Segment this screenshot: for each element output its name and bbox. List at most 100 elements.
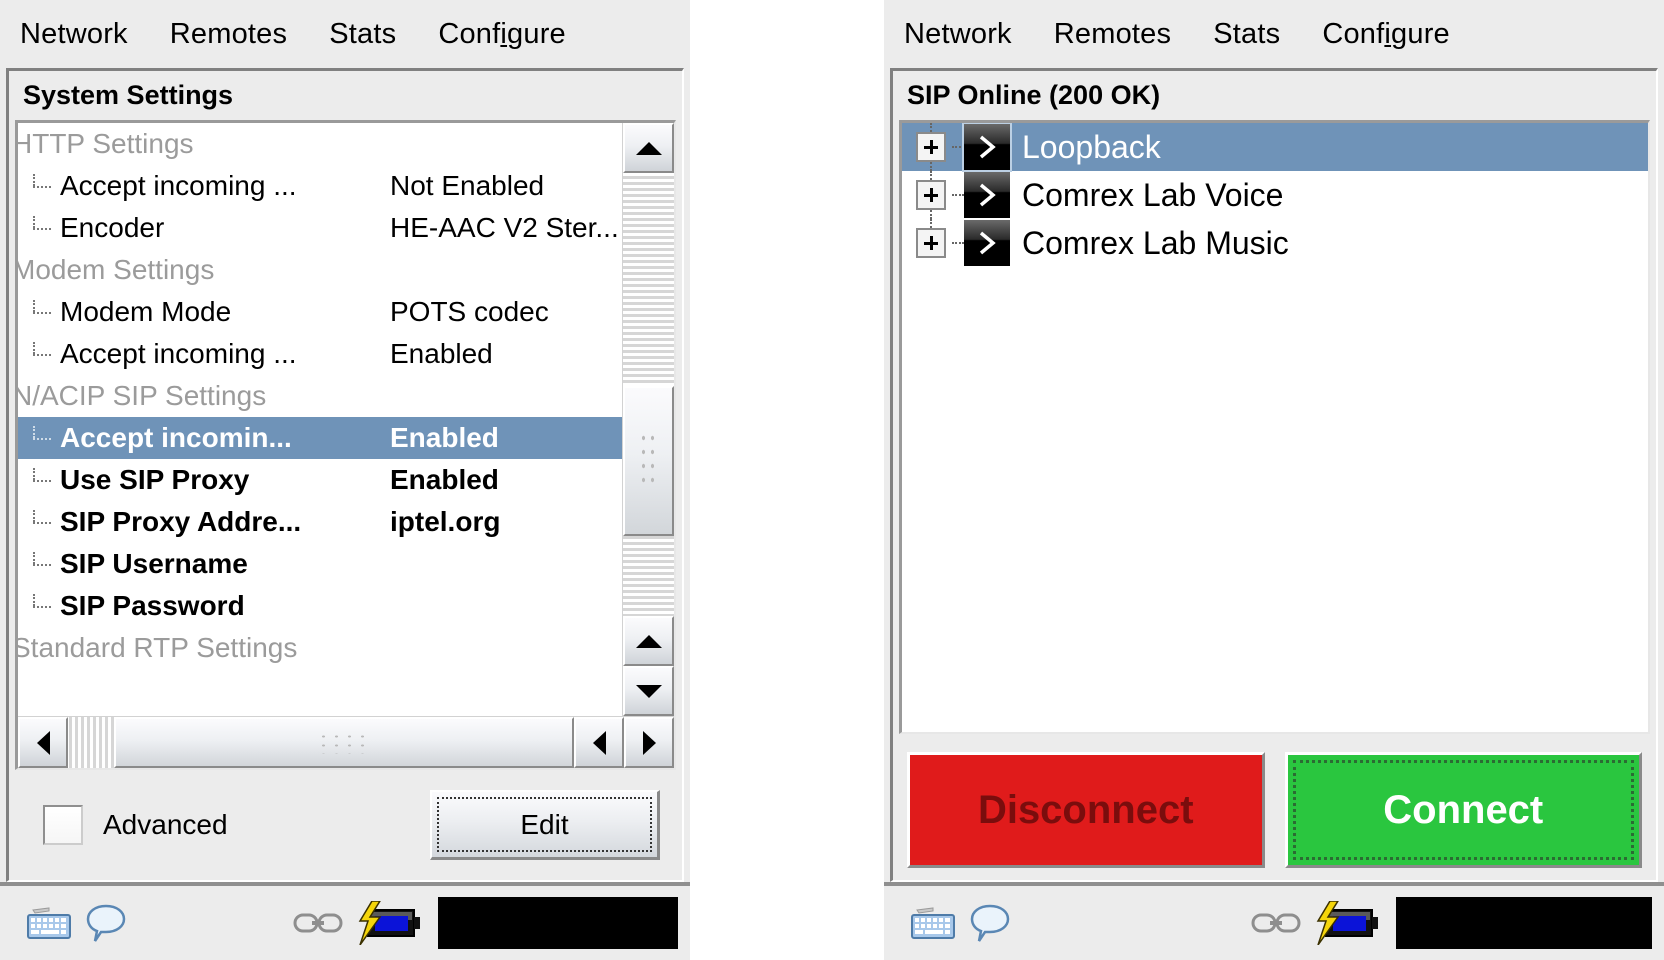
menu-remotes[interactable]: Remotes: [170, 18, 287, 51]
speech-bubble-icon[interactable]: [962, 897, 1018, 949]
right-menubar: Network Remotes Stats Configure: [884, 0, 1664, 68]
connection-buttons: Disconnect Connect: [893, 740, 1656, 880]
settings-row[interactable]: Use SIP Proxy Enabled: [18, 459, 622, 501]
link-chain-icon[interactable]: [1248, 897, 1304, 949]
scroll-left-button-end[interactable]: [574, 717, 624, 768]
right-window: Network Remotes Stats Configure SIP Onli…: [884, 0, 1664, 960]
triangle-left-icon: [592, 730, 606, 755]
scroll-left-button-start[interactable]: [18, 717, 68, 768]
speech-bubble-icon[interactable]: [78, 897, 134, 949]
settings-row[interactable]: SIP Password: [18, 585, 622, 627]
battery-charging-icon[interactable]: [346, 897, 426, 949]
sip-status-title: SIP Online (200 OK): [907, 80, 1161, 110]
connect-button[interactable]: Connect: [1284, 752, 1642, 868]
menu-configure[interactable]: Configure: [438, 18, 566, 51]
setting-value: iptel.org: [390, 506, 501, 537]
left-bottom-controls: Advanced Edit: [9, 770, 682, 880]
triangle-left-icon: [36, 730, 50, 755]
tree-branch-icon: [952, 194, 964, 196]
menu-remotes[interactable]: Remotes: [1054, 18, 1171, 51]
menu-network[interactable]: Network: [20, 18, 128, 51]
settings-row[interactable]: Modem Mode POTS codec: [18, 291, 622, 333]
horizontal-scroll-thumb[interactable]: [114, 717, 574, 768]
grip-dots-icon: [317, 731, 371, 754]
edit-button[interactable]: Edit: [430, 790, 660, 860]
settings-list-frame: HTTP Settings Accept incoming ... Not En…: [15, 120, 676, 770]
remotes-tree-frame: Loopback Comrex Lab Voice Comrex Lab Mus…: [899, 120, 1650, 734]
settings-row[interactable]: Encoder HE-AAC V2 Ster...: [18, 207, 622, 249]
scroll-up-button-bottom[interactable]: [623, 616, 674, 666]
scroll-up-button-top[interactable]: [623, 123, 674, 173]
setting-value: Enabled: [390, 464, 499, 495]
vertical-scrollbar[interactable]: [622, 123, 674, 716]
grip-dots-icon: [638, 430, 659, 491]
menu-configure[interactable]: Configure: [1322, 18, 1450, 51]
menu-stats[interactable]: Stats: [329, 18, 396, 51]
scroll-down-button[interactable]: [623, 666, 674, 716]
group-label: Modem Settings: [18, 254, 215, 285]
tree-item-label: Comrex Lab Voice: [1022, 176, 1284, 213]
advanced-checkbox-label: Advanced: [103, 809, 228, 840]
tree-branch-icon: [952, 242, 964, 244]
setting-label: Accept incomin...: [60, 422, 292, 453]
settings-row[interactable]: Accept incoming ... Enabled: [18, 333, 622, 375]
advanced-checkbox-group[interactable]: Advanced: [43, 805, 228, 845]
vertical-scroll-track[interactable]: [623, 173, 674, 616]
tree-item-comrex-lab-voice[interactable]: Comrex Lab Voice: [902, 171, 1648, 219]
expander-plus-icon[interactable]: [916, 228, 946, 258]
triangle-up-icon: [635, 141, 662, 155]
menu-network[interactable]: Network: [904, 18, 1012, 51]
advanced-checkbox[interactable]: [43, 805, 83, 845]
screen: Network Remotes Stats Configure System S…: [0, 0, 1664, 960]
tree-item-label: Comrex Lab Music: [1022, 224, 1289, 261]
horizontal-scrollbar[interactable]: [18, 716, 674, 768]
settings-row[interactable]: SIP Proxy Addre... iptel.org: [18, 501, 622, 543]
right-taskbar: [884, 882, 1664, 960]
setting-value: Not Enabled: [390, 170, 545, 201]
group-label: N/ACIP SIP Settings: [18, 380, 267, 411]
triangle-right-icon: [642, 730, 656, 755]
setting-value: HE-AAC V2 Ster...: [390, 212, 619, 243]
link-chain-icon[interactable]: [290, 897, 346, 949]
triangle-down-icon: [635, 684, 662, 698]
tree-branch-icon: [952, 146, 964, 148]
setting-value: POTS codec: [390, 296, 549, 327]
vertical-scroll-thumb[interactable]: [623, 385, 674, 536]
setting-label: SIP Username: [60, 548, 248, 579]
scroll-right-button[interactable]: [624, 717, 674, 768]
tree-item-comrex-lab-music[interactable]: Comrex Lab Music: [902, 219, 1648, 267]
left-taskbar: [0, 882, 690, 960]
disconnect-button-label: Disconnect: [977, 787, 1194, 832]
tree-item-loopback[interactable]: Loopback: [902, 123, 1648, 172]
tree-item-label: Loopback: [1022, 128, 1161, 165]
settings-row-selected[interactable]: Accept incomin... Enabled: [18, 417, 622, 459]
settings-listview[interactable]: HTTP Settings Accept incoming ... Not En…: [18, 123, 622, 716]
settings-group-header: HTTP Settings: [18, 123, 622, 165]
expander-plus-icon[interactable]: [916, 180, 946, 210]
expander-plus-icon[interactable]: [916, 132, 946, 162]
setting-label: Modem Mode: [60, 296, 232, 327]
status-display-area: [438, 897, 678, 949]
setting-label: Encoder: [60, 212, 165, 243]
disconnect-button[interactable]: Disconnect: [907, 752, 1265, 868]
setting-label: Accept incoming ...: [60, 170, 297, 201]
keyboard-icon[interactable]: [906, 897, 962, 949]
window-gap: [690, 0, 884, 960]
connect-button-label: Connect: [1383, 787, 1544, 832]
keyboard-icon[interactable]: [22, 897, 78, 949]
setting-label: SIP Proxy Addre...: [60, 506, 302, 537]
battery-charging-icon[interactable]: [1304, 897, 1384, 949]
left-window: Network Remotes Stats Configure System S…: [0, 0, 690, 960]
setting-label: SIP Password: [60, 590, 245, 621]
settings-group-header: Standard RTP Settings: [18, 627, 622, 669]
page-title: System Settings: [23, 80, 234, 110]
remotes-treeview[interactable]: Loopback Comrex Lab Voice Comrex Lab Mus…: [902, 123, 1648, 732]
triangle-up-icon: [635, 634, 662, 648]
remote-device-icon: [964, 220, 1010, 266]
menu-stats[interactable]: Stats: [1213, 18, 1280, 51]
settings-group-header: N/ACIP SIP Settings: [18, 375, 622, 417]
left-client-frame: System Settings HTTP Settings Accept inc…: [6, 68, 684, 882]
setting-value: Enabled: [390, 338, 493, 369]
settings-row[interactable]: Accept incoming ... Not Enabled: [18, 165, 622, 207]
settings-row[interactable]: SIP Username: [18, 543, 622, 585]
